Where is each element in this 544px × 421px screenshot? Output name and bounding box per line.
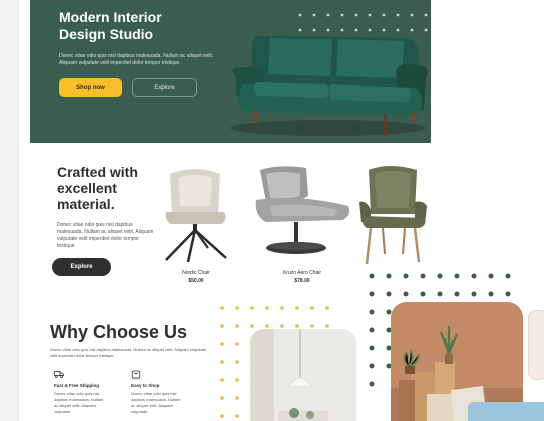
product-card-olive-chair[interactable] <box>357 162 429 272</box>
hero-section: Modern Interior Design Studio Donec vita… <box>30 0 431 143</box>
pendant-lamp-room-image <box>250 329 356 421</box>
feature-description: Donec vitae odio quis nisl dapibus males… <box>131 391 181 414</box>
products-heading-line-1: Crafted with <box>57 164 138 180</box>
side-photo-card <box>528 310 544 380</box>
left-rail <box>0 0 18 421</box>
products-heading-line-3: material. <box>57 196 115 212</box>
hero-description: Donec vitae odio quis nisl dapibus males… <box>59 53 214 66</box>
products-explore-button[interactable]: Explore <box>52 258 111 276</box>
products-heading-line-2: excellent <box>57 180 117 196</box>
feature-title: Easy to Shop <box>131 383 160 388</box>
nordic-chair-image <box>165 169 227 263</box>
blue-photo-card <box>468 402 544 421</box>
why-choose-us-heading: Why Choose Us <box>50 322 188 342</box>
rail-divider <box>18 0 19 421</box>
truck-icon <box>54 371 64 378</box>
feature-title: Fast & Free Shipping <box>54 383 100 388</box>
feature-description: Donec vitae odio quis nisl dapibus males… <box>54 391 104 414</box>
why-choose-us-description: Donec vitae odio quis nisl dapibus males… <box>50 347 207 358</box>
hero-explore-button[interactable]: Explore <box>132 78 197 97</box>
sofa-image <box>230 36 428 136</box>
products-heading: Crafted with excellent material. <box>57 164 157 212</box>
shop-now-button[interactable]: Shop now <box>59 78 122 97</box>
product-name: Nordic Chair <box>182 270 210 276</box>
product-card-kruzo-aero-chair[interactable]: Kruzo Aero Chair $78.00 <box>250 160 355 285</box>
product-price: $50.00 <box>188 278 204 284</box>
products-description: Donec vitae odio quis nisl dapibus males… <box>57 222 154 249</box>
kruzo-aero-chair-image <box>255 166 350 254</box>
olive-chair-image <box>359 166 427 265</box>
product-card-nordic-chair[interactable]: Nordic Chair $50.00 <box>156 160 236 285</box>
interior-photo-card <box>250 329 356 421</box>
product-name: Kruzo Aero Chair <box>282 270 322 276</box>
product-price: $78.00 <box>294 278 310 284</box>
bag-icon <box>131 370 141 379</box>
